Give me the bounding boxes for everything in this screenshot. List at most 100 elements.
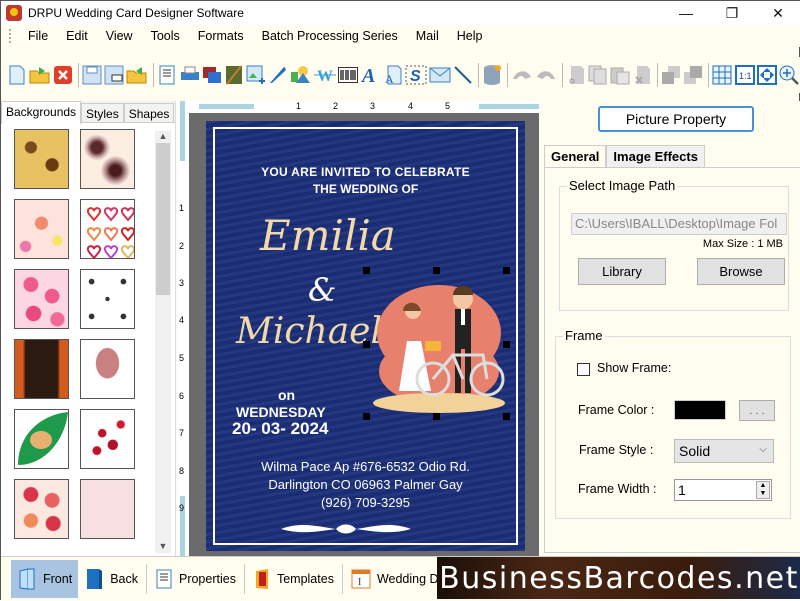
resize-handle[interactable] [503,413,510,420]
crop-image-icon[interactable] [224,64,244,86]
tab-backgrounds[interactable]: Backgrounds [1,101,82,124]
browse-button[interactable]: Browse [697,258,785,285]
copy-icon[interactable] [588,64,608,86]
templates-button[interactable]: Templates [247,560,340,598]
resize-handle[interactable] [433,413,440,420]
resize-handle[interactable] [503,267,510,274]
thumbnail-hearts-collage[interactable] [14,479,69,539]
scroll-down-icon[interactable]: ▼ [155,541,171,553]
groom-name[interactable]: Michael [236,311,382,352]
line-tool-icon[interactable] [453,64,473,86]
thumbnail-golden-floral[interactable] [14,129,69,189]
thumbnail-scrollbar[interactable]: ▲ ▼ [155,131,171,553]
day-label[interactable]: WEDNESDAY [236,404,326,420]
address-line-1[interactable]: Wilma Pace Ap #676-6532 Odio Rd. [206,459,525,474]
back-button[interactable]: Back [78,560,144,598]
thumbnail-ganesha-leaf[interactable] [14,409,69,469]
spinner-arrows-icon[interactable]: ▲ ▼ [756,481,770,499]
thumbnail-pink-flowers[interactable] [14,199,69,259]
export-icon[interactable] [126,64,148,86]
invite-line-1[interactable]: YOU ARE INVITED TO CELEBRATE [206,165,525,179]
resize-handle[interactable] [503,341,510,348]
bring-to-front-icon[interactable] [661,64,681,86]
menu-edit[interactable]: Edit [57,29,97,43]
thumbnail-pink-hearts[interactable] [14,269,69,329]
frame-width-stepper[interactable]: 1 ▲ ▼ [674,479,772,501]
frame-color-picker-button[interactable]: . . . [739,400,775,421]
scrollbar-thumb[interactable] [156,143,170,295]
database-icon[interactable] [482,64,502,86]
tab-general[interactable]: General [544,145,607,167]
phone-number[interactable]: (926) 709-3295 [206,495,525,510]
menu-help[interactable]: Help [448,29,492,43]
menu-mail[interactable]: Mail [407,29,448,43]
save-as-icon[interactable] [104,64,124,86]
send-to-back-icon[interactable] [683,64,703,86]
actual-size-icon[interactable]: 1:1 [734,64,755,86]
delete-icon[interactable] [632,64,652,86]
watermark-icon[interactable]: W [314,64,337,86]
close-file-icon[interactable] [53,64,73,86]
menu-view[interactable]: View [97,29,142,43]
wedding-card[interactable]: YOU ARE INVITED TO CELEBRATE THE WEDDING… [206,121,525,551]
picture-property-button[interactable]: Picture Property [598,106,754,132]
email-icon[interactable] [429,64,451,86]
text-tool-icon[interactable]: A [360,64,380,86]
redo-icon[interactable] [535,64,557,86]
show-frame-checkbox[interactable] [577,363,590,376]
scroll-up-icon[interactable]: ▲ [155,131,171,143]
layers-icon[interactable] [202,64,222,86]
undo-icon[interactable] [511,64,533,86]
menu-formats[interactable]: Formats [189,29,253,43]
ampersand[interactable]: & [308,271,336,309]
resize-handle[interactable] [363,341,370,348]
tab-styles[interactable]: Styles [81,103,124,122]
text-box-icon[interactable]: A [383,64,403,86]
minimize-button[interactable]: — [663,1,709,25]
print-preview-icon[interactable] [157,64,177,86]
save-icon[interactable] [82,64,102,86]
open-file-icon[interactable] [29,64,51,86]
insert-image-icon[interactable] [246,64,266,86]
resize-handle[interactable] [363,267,370,274]
date-label[interactable]: 20- 03- 2024 [232,419,328,439]
cut-icon[interactable] [566,64,586,86]
resize-handle[interactable] [433,267,440,274]
paste-icon[interactable] [610,64,630,86]
on-label[interactable]: on [278,387,295,403]
restore-button[interactable]: ❐ [709,1,755,25]
new-file-icon[interactable] [7,64,27,86]
menu-file[interactable]: File [19,29,57,43]
thumbnail-ganesha-orange[interactable] [14,339,69,399]
menu-tools[interactable]: Tools [142,29,189,43]
print-icon[interactable] [180,64,200,86]
frame-color-swatch[interactable] [674,400,726,420]
close-button[interactable]: ✕ [755,1,800,25]
barcode-icon[interactable] [338,64,359,86]
shapes-tool-icon[interactable] [290,64,312,86]
library-button[interactable]: Library [578,258,666,285]
couple-picture[interactable] [363,267,510,420]
thumbnail-pink-lace[interactable] [80,479,135,539]
tab-image-effects[interactable]: Image Effects [606,145,705,167]
zoom-in-icon[interactable] [779,64,799,86]
pen-tool-icon[interactable] [268,64,288,86]
signature-icon[interactable]: S [405,64,427,86]
thumbnail-paisley-lace[interactable] [80,129,135,189]
bride-name[interactable]: Emilia [260,211,396,260]
thumbnail-heart-outlines[interactable] [80,199,135,259]
properties-button[interactable]: Properties [149,560,242,598]
thumbnail-couples-pattern[interactable] [80,269,135,329]
image-path-input[interactable]: C:\Users\IBALL\Desktop\Image Fol [571,213,787,235]
fit-to-window-icon[interactable] [756,64,777,86]
address-line-2[interactable]: Darlington CO 06963 Palmer Gay [206,477,525,492]
resize-handle[interactable] [363,413,370,420]
invite-line-2[interactable]: THE WEDDING OF [206,182,525,196]
frame-style-select[interactable]: Solid ⌵ [674,439,774,463]
grid-icon[interactable] [712,64,732,86]
thumbnail-rose-petals[interactable] [80,409,135,469]
front-button[interactable]: Front [11,560,79,598]
thumbnail-elephant-head[interactable] [80,339,135,399]
menu-batch-processing[interactable]: Batch Processing Series [253,29,407,43]
tab-shapes[interactable]: Shapes [123,103,175,122]
